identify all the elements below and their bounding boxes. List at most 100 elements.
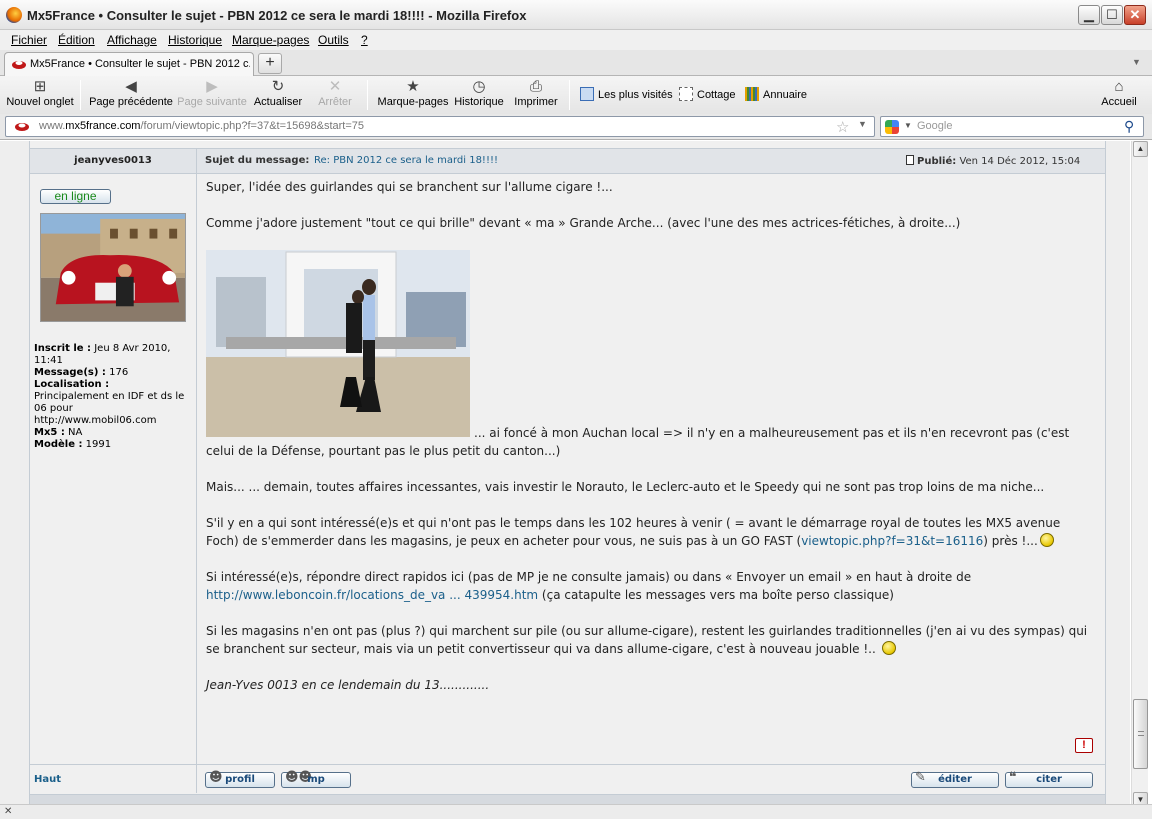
menu-bar: Fichier Édition Affichage Historique Mar…: [0, 30, 1152, 50]
online-status-badge: en ligne: [40, 189, 111, 204]
menu-historique[interactable]: Historique: [168, 33, 222, 47]
post-date: Publié: Ven 14 Déc 2012, 15:04: [906, 155, 1080, 167]
back-arrow-icon: ◀: [125, 78, 137, 95]
google-icon[interactable]: [885, 120, 899, 134]
maximize-button[interactable]: ☐: [1101, 5, 1123, 25]
bookmark-label: Les plus visités: [598, 89, 673, 101]
forward-button[interactable]: ▶ Page suivante: [176, 78, 248, 112]
history-button[interactable]: ◷ Historique: [453, 78, 505, 112]
bookmark-cottage[interactable]: Cottage: [679, 87, 736, 101]
print-button[interactable]: ⎙ Imprimer: [512, 78, 560, 112]
reload-button[interactable]: ↻ Actualiser: [253, 78, 303, 112]
printer-icon: ⎙: [529, 78, 542, 95]
post-author[interactable]: jeanyves0013: [30, 155, 196, 166]
bookmarks-label: Marque-pages: [377, 96, 449, 108]
bookmark-label: Cottage: [697, 89, 736, 101]
vertical-scrollbar[interactable]: ▲ ▼: [1131, 141, 1148, 809]
tab-bar: Mx5France • Consulter le sujet - PBN 201…: [0, 50, 1152, 76]
menu-edition[interactable]: Édition: [58, 33, 95, 47]
page-icon: [679, 87, 693, 101]
post-paragraph: S'il y en a qui sont intéressé(e)s et qu…: [206, 516, 1061, 548]
print-label: Imprimer: [514, 96, 558, 108]
url-dropdown-icon[interactable]: ▼: [858, 119, 867, 129]
post-paragraph-with-image: ... ai foncé à mon Auchan local => il n'…: [206, 250, 1096, 460]
new-tab-toolbar-button[interactable]: ⊞ Nouvel onglet: [5, 78, 75, 112]
bookmarks-star-icon: ★: [406, 78, 420, 95]
toolbar-separator: [569, 80, 570, 110]
menu-help[interactable]: ?: [361, 33, 368, 47]
grande-arche-photo[interactable]: [206, 250, 470, 437]
toolbar-separator: [367, 80, 368, 110]
report-post-button[interactable]: !: [1075, 738, 1093, 753]
quote-button[interactable]: ❝ citer: [1005, 771, 1093, 788]
search-engine-dropdown-icon[interactable]: ▼: [904, 121, 912, 130]
menu-affichage[interactable]: Affichage: [107, 33, 157, 47]
url-text: www.mx5france.com/forum/viewtopic.php?f=…: [39, 120, 364, 132]
forward-label: Page suivante: [177, 96, 247, 108]
post-footer-divider: [30, 764, 1105, 765]
subject-link[interactable]: Re: PBN 2012 ce sera le mardi 18!!!!: [314, 155, 498, 166]
navigation-toolbar: ⊞ Nouvel onglet ◀ Page précédente ▶ Page…: [0, 76, 1152, 114]
history-label: Historique: [454, 96, 504, 108]
url-row: www.mx5france.com/forum/viewtopic.php?f=…: [0, 114, 1152, 140]
profile-button[interactable]: ☻ profil: [205, 771, 275, 788]
menu-outils[interactable]: Outils: [318, 33, 349, 47]
menu-marque-pages[interactable]: Marque-pages: [232, 33, 309, 47]
bookmark-annuaire[interactable]: Annuaire: [745, 87, 807, 101]
most-visited-icon: [580, 87, 594, 101]
post-icon[interactable]: [906, 155, 914, 165]
avatar: [40, 213, 186, 322]
reload-icon: ↻: [271, 78, 285, 95]
reload-label: Actualiser: [253, 96, 303, 108]
search-bar[interactable]: ▼ Google ⚲: [880, 116, 1144, 137]
edit-button[interactable]: ✎ éditer: [911, 771, 999, 788]
home-icon: ⌂: [1114, 78, 1124, 95]
leboncoin-link[interactable]: http://www.leboncoin.fr/locations_de_va …: [206, 588, 538, 602]
viewtopic-link[interactable]: viewtopic.php?f=31&t=16116: [801, 534, 983, 548]
address-bar[interactable]: www.mx5france.com/forum/viewtopic.php?f=…: [5, 116, 875, 137]
author-profile: Inscrit le : Jeu 8 Avr 2010, 11:41 Messa…: [34, 343, 194, 451]
search-icon[interactable]: ⚲: [1124, 118, 1134, 135]
column-divider: [196, 148, 197, 793]
new-tab-icon: ⊞: [33, 78, 47, 95]
window-titlebar: Mx5France • Consulter le sujet - PBN 201…: [0, 0, 1152, 30]
stop-label: Arrêter: [318, 96, 352, 108]
post-paragraph: Si les magasins n'en ont pas (plus ?) qu…: [206, 624, 1088, 656]
scrollbar-thumb[interactable]: [1133, 699, 1148, 769]
post-paragraph: Comme j'adore justement "tout ce qui bri…: [206, 216, 961, 230]
profile-model: Modèle : 1991: [34, 439, 112, 450]
firefox-icon: [6, 7, 22, 23]
status-bar: ✕: [0, 804, 1152, 819]
close-findbar-icon[interactable]: ✕: [4, 806, 12, 817]
stop-icon: ✕: [328, 78, 342, 95]
bookmark-most-visited[interactable]: Les plus visités: [580, 87, 673, 101]
new-tab-label: Nouvel onglet: [6, 96, 74, 108]
post-paragraph: Mais... ... demain, toutes affaires ince…: [206, 480, 1045, 494]
stop-button[interactable]: ✕ Arrêter: [314, 78, 356, 112]
back-to-top-link[interactable]: Haut: [34, 774, 61, 785]
clock-icon: ◷: [472, 78, 486, 95]
profile-registered: Inscrit le : Jeu 8 Avr 2010, 11:41: [34, 343, 171, 366]
new-tab-button[interactable]: +: [258, 53, 282, 74]
bookmark-star-icon[interactable]: ☆: [836, 118, 849, 136]
forward-arrow-icon: ▶: [206, 78, 218, 95]
profile-location: Localisation : Principalement en IDF et d…: [34, 379, 185, 426]
minimize-button[interactable]: ▁: [1078, 5, 1100, 25]
scroll-up-icon[interactable]: ▲: [1133, 141, 1148, 157]
search-input[interactable]: Google: [917, 120, 952, 132]
tab-active[interactable]: Mx5France • Consulter le sujet - PBN 201…: [4, 52, 254, 76]
mx5-favicon-icon: [12, 61, 26, 69]
bookmark-label: Annuaire: [763, 89, 808, 101]
home-button[interactable]: ⌂ Accueil: [1098, 78, 1140, 112]
subject-label: Sujet du message:: [205, 155, 310, 166]
back-button[interactable]: ◀ Page précédente: [88, 78, 174, 112]
close-button[interactable]: ✕: [1124, 5, 1146, 25]
tab-title: Mx5France • Consulter le sujet - PBN 201…: [30, 58, 250, 70]
bookmarks-button[interactable]: ★ Marque-pages: [376, 78, 450, 112]
profile-messages: Message(s) : 176: [34, 367, 129, 378]
private-message-button[interactable]: ☻☻ mp: [281, 771, 351, 788]
menu-fichier[interactable]: Fichier: [11, 33, 47, 47]
tab-list-icon[interactable]: ▼: [1132, 57, 1141, 67]
post-paragraph: Si intéressé(e)s, répondre direct rapido…: [206, 570, 972, 602]
window-title: Mx5France • Consulter le sujet - PBN 201…: [27, 8, 527, 23]
